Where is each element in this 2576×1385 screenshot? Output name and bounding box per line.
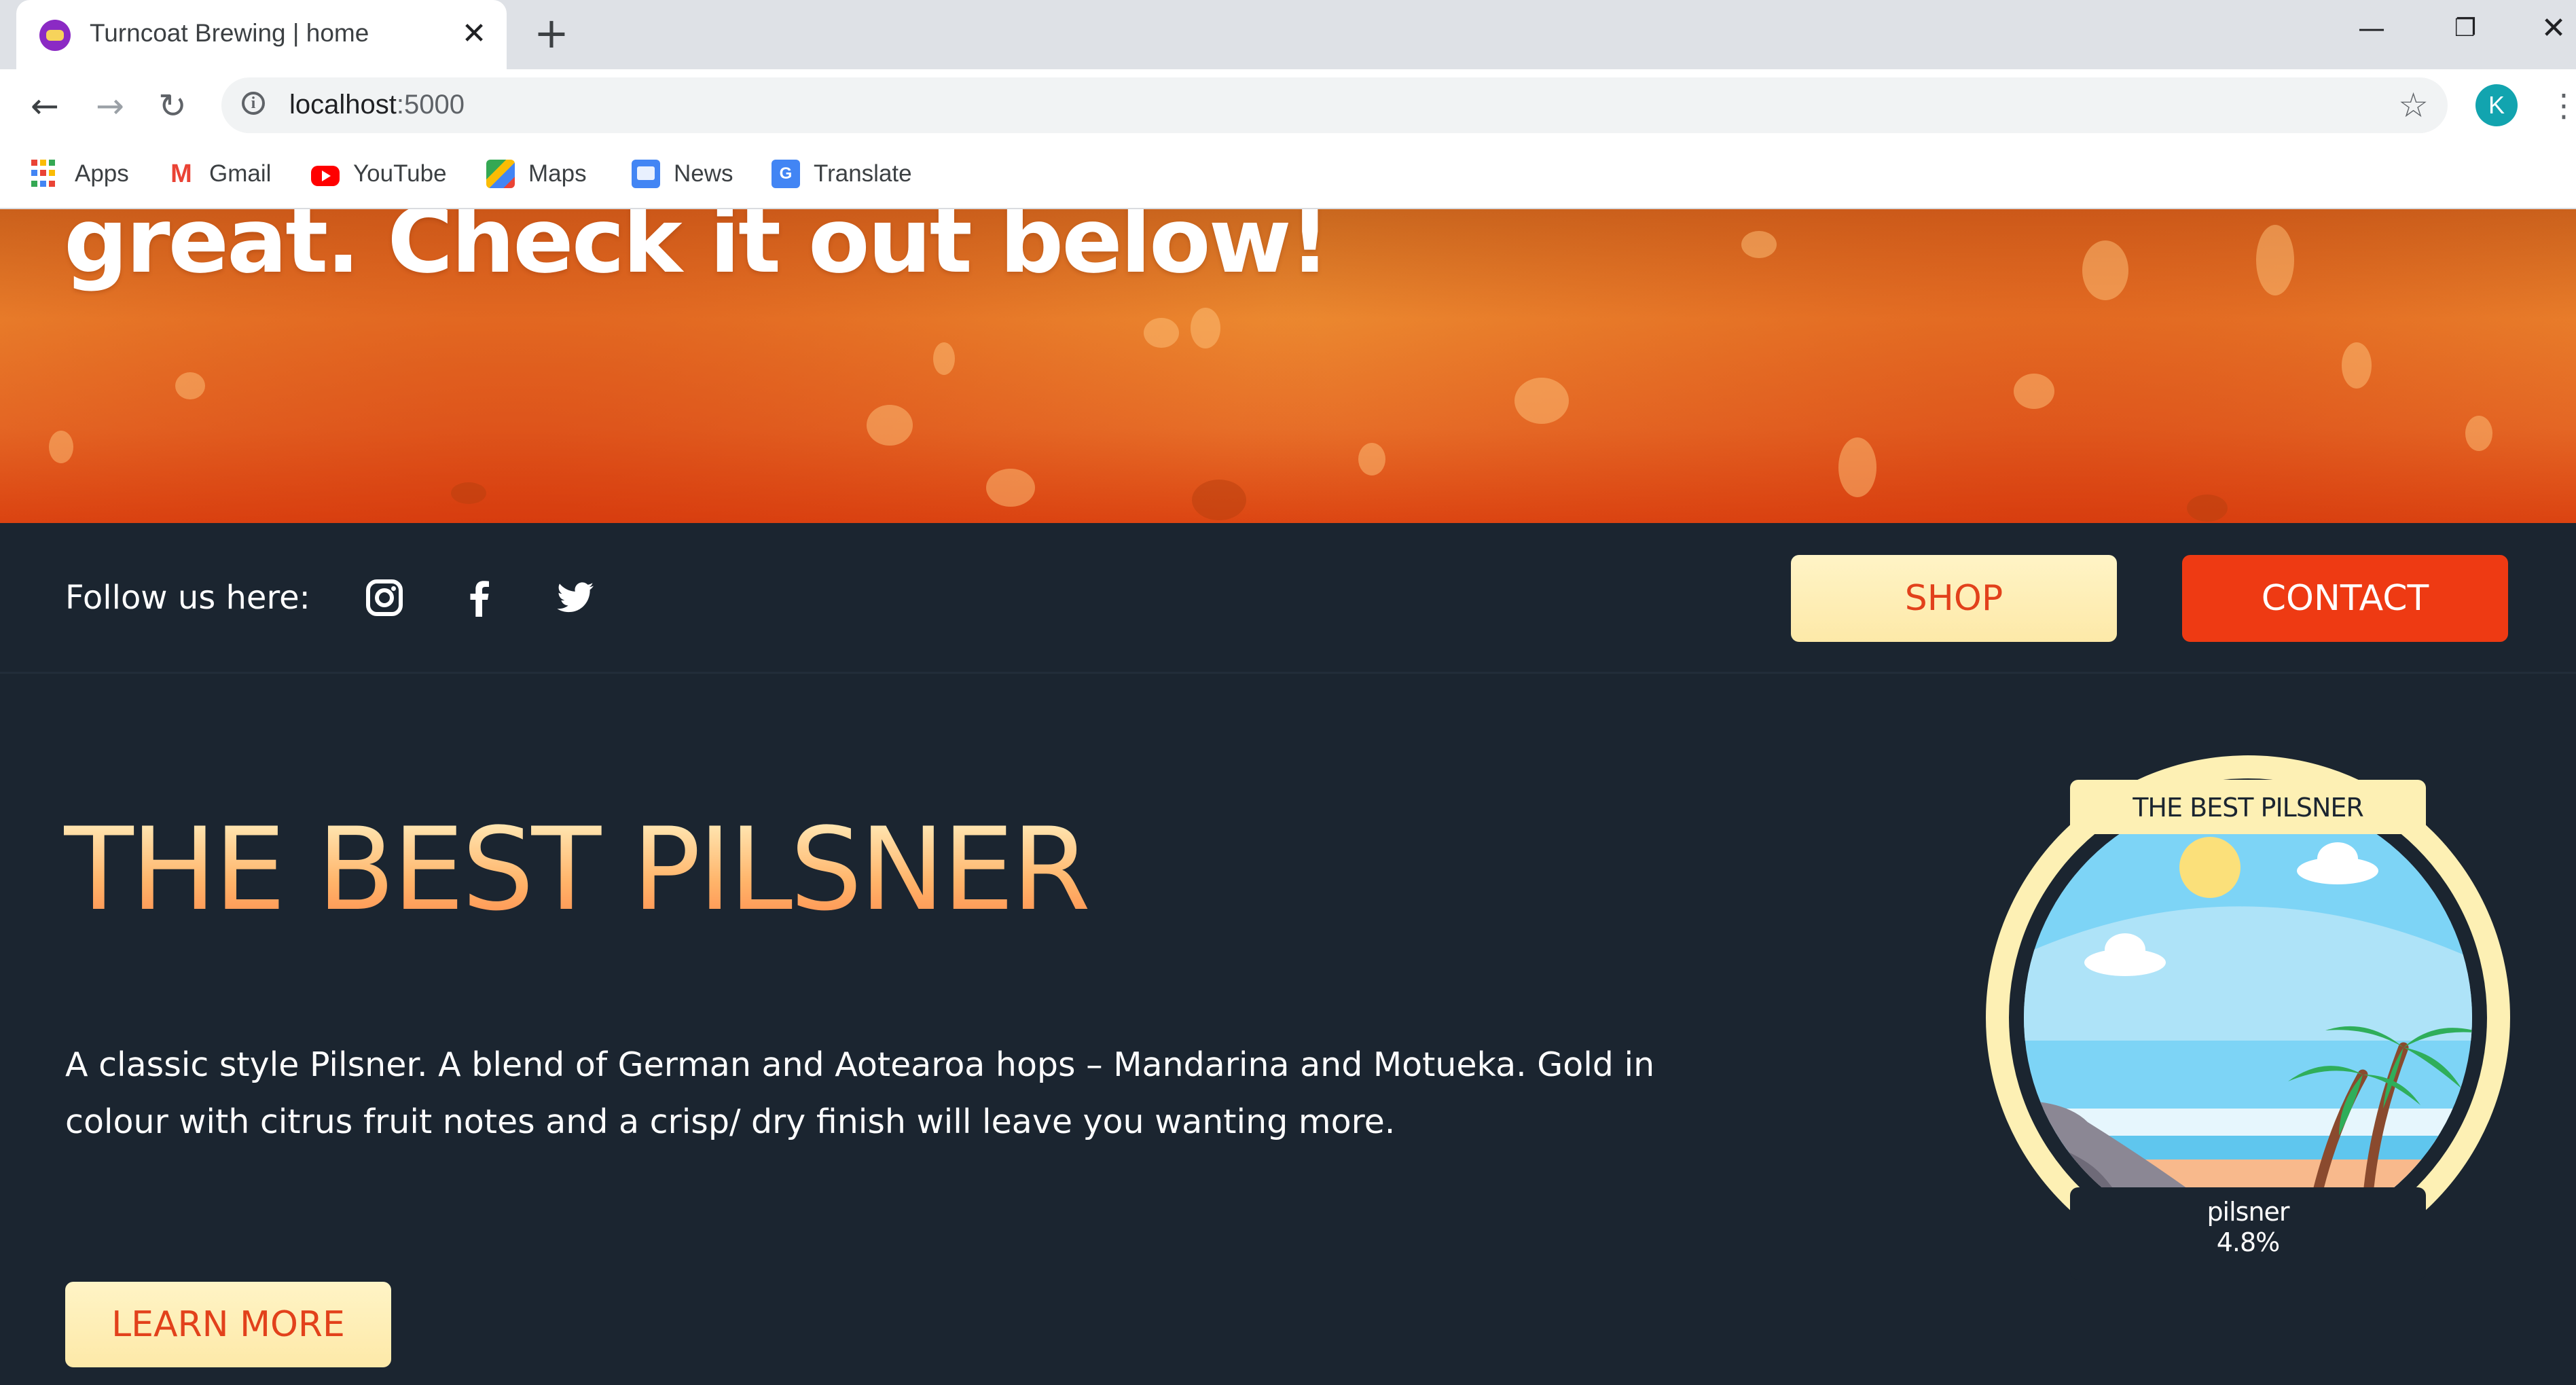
- contact-button[interactable]: CONTACT: [2182, 555, 2508, 642]
- hero-banner: great. Check it out below!: [0, 209, 2576, 523]
- twitter-icon[interactable]: [555, 577, 596, 618]
- follow-us-label: Follow us here:: [65, 579, 310, 617]
- product-description: A classic style Pilsner. A blend of Germ…: [65, 1045, 1655, 1141]
- site-info-icon[interactable]: i: [242, 92, 265, 115]
- product-section: THE BEST PILSNER A classic style Pilsner…: [0, 674, 2576, 1385]
- bookmark-label: Apps: [75, 160, 129, 187]
- news-icon: [632, 160, 660, 188]
- close-tab-icon[interactable]: ✕: [454, 14, 494, 54]
- bookmark-maps[interactable]: Maps: [486, 155, 587, 193]
- badge-top-label: THE BEST PILSNER: [2133, 793, 2364, 823]
- reload-icon[interactable]: ↻: [151, 84, 194, 128]
- browser-tab[interactable]: Turncoat Brewing | home ✕: [16, 0, 507, 69]
- new-tab-icon[interactable]: +: [530, 12, 573, 56]
- badge-abv: 4.8%: [2216, 1227, 2281, 1257]
- close-window-icon[interactable]: ✕: [2526, 7, 2576, 50]
- bookmark-gmail[interactable]: M Gmail: [167, 155, 271, 193]
- translate-icon: G: [772, 160, 800, 188]
- bookmark-apps[interactable]: Apps: [30, 155, 129, 193]
- bookmark-label: Translate: [814, 160, 912, 187]
- facebook-icon[interactable]: [460, 577, 501, 618]
- bookmark-label: Maps: [528, 160, 587, 187]
- browser-tab-strip: Turncoat Brewing | home ✕ + — ❐ ✕: [0, 0, 2576, 69]
- bookmark-label: YouTube: [353, 160, 447, 187]
- bookmark-star-icon[interactable]: ☆: [2398, 87, 2429, 124]
- url-text[interactable]: localhost:5000: [289, 90, 465, 120]
- site-favicon-icon: [39, 20, 71, 51]
- bookmark-label: Gmail: [209, 160, 272, 187]
- browser-menu-icon[interactable]: ⋮: [2548, 84, 2576, 126]
- address-bar[interactable]: i localhost:5000 ☆: [221, 77, 2448, 133]
- restore-window-icon[interactable]: ❐: [2438, 7, 2492, 50]
- pilsner-label-badge: THE BEST PILSNER pilsner 4.8%: [1986, 755, 2510, 1280]
- bookmark-news[interactable]: News: [632, 155, 733, 193]
- minimize-window-icon[interactable]: —: [2344, 7, 2399, 50]
- youtube-icon: [311, 166, 340, 186]
- instagram-icon[interactable]: [364, 577, 405, 618]
- apps-grid-icon: [30, 158, 61, 190]
- product-title: THE BEST PILSNER: [64, 803, 1091, 936]
- badge-style-name: pilsner: [2207, 1197, 2289, 1227]
- browser-toolbar: ← → ↻ i localhost:5000 ☆ K ⋮: [0, 69, 2576, 140]
- forward-arrow-icon[interactable]: →: [88, 84, 132, 128]
- hero-heading: great. Check it out below!: [64, 209, 1330, 293]
- shop-button[interactable]: SHOP: [1791, 555, 2117, 642]
- learn-more-button[interactable]: LEARN MORE: [65, 1282, 391, 1367]
- bookmarks-bar: Apps M Gmail YouTube Maps News G Transla…: [0, 140, 2576, 209]
- back-arrow-icon[interactable]: ←: [23, 84, 67, 128]
- bookmark-youtube[interactable]: YouTube: [311, 155, 447, 193]
- tab-title: Turncoat Brewing | home: [90, 19, 369, 47]
- maps-icon: [486, 160, 515, 188]
- profile-avatar[interactable]: K: [2475, 84, 2518, 126]
- social-nav-bar: Follow us here: SHOP CONTACT: [0, 523, 2576, 674]
- bookmark-label: News: [674, 160, 733, 187]
- gmail-icon: M: [170, 160, 192, 188]
- bookmark-translate[interactable]: G Translate: [772, 155, 912, 193]
